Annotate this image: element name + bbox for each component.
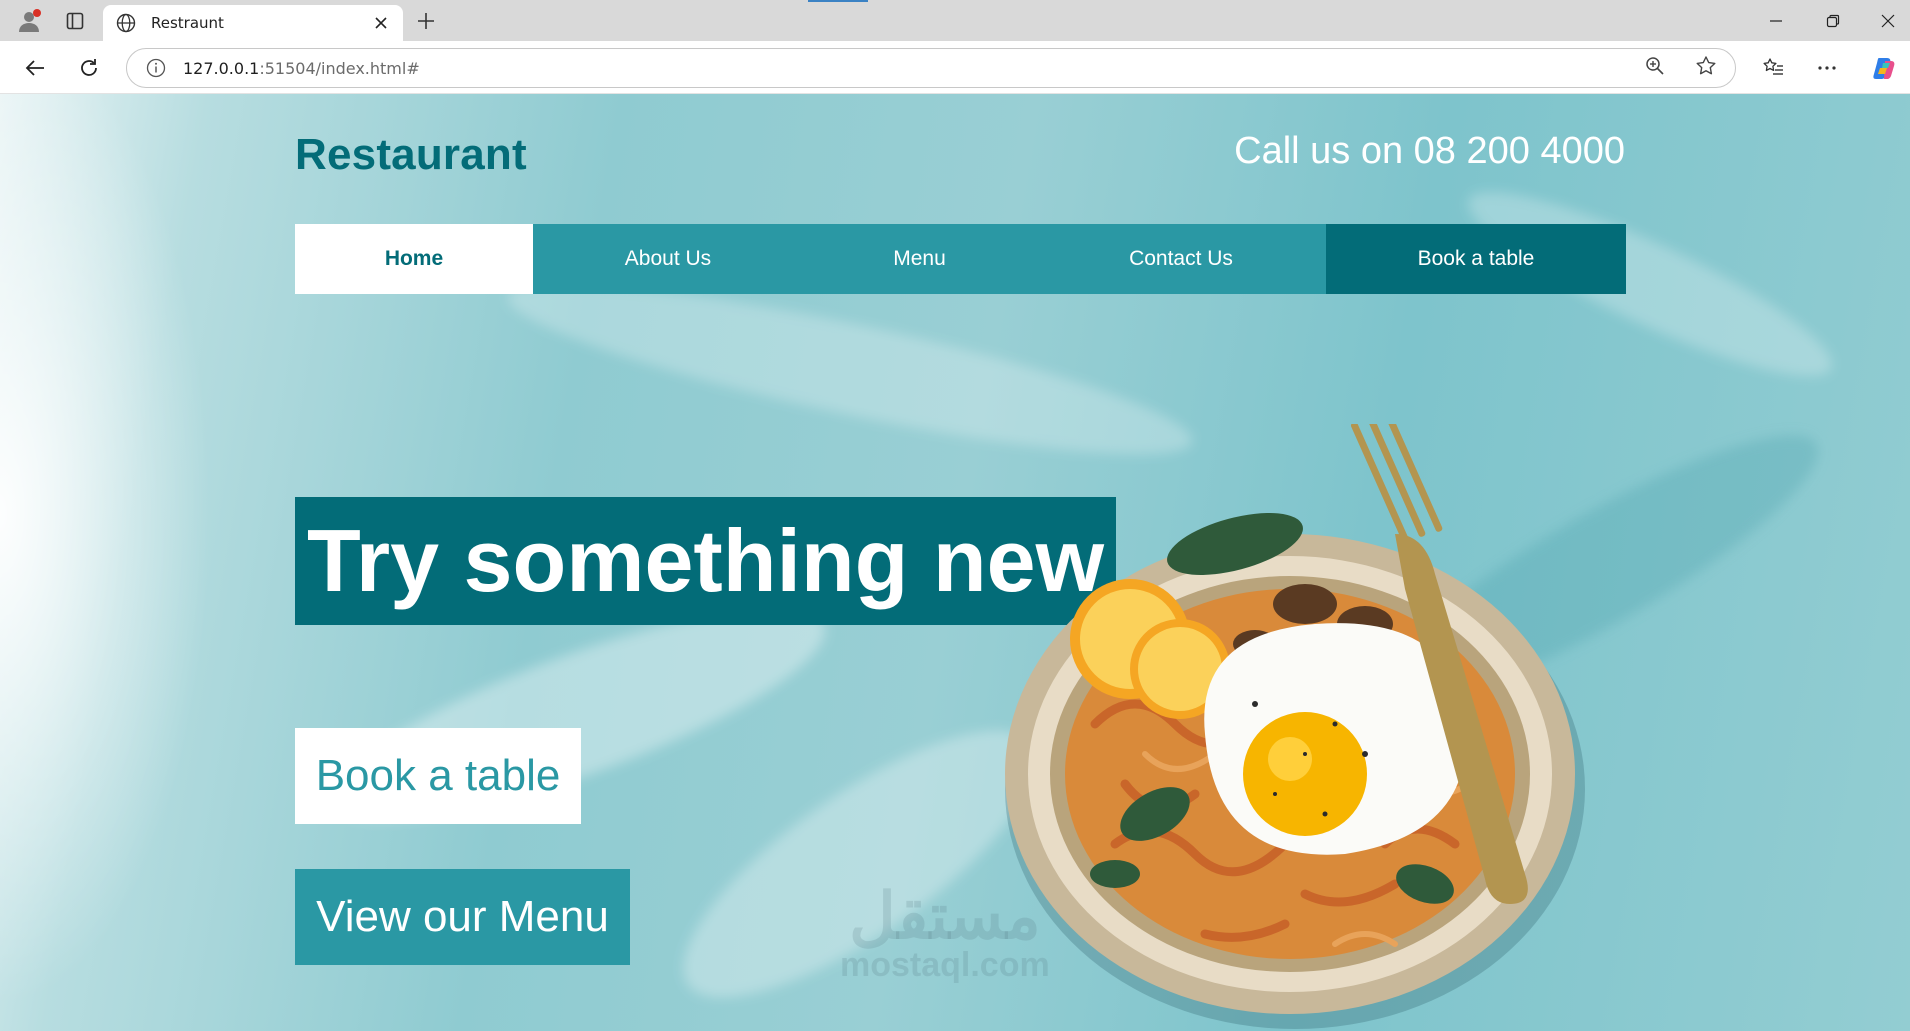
restaurant-page: Restaurant Call us on 08 200 4000 Home A… <box>0 94 1910 1031</box>
hero-title: Try something new <box>295 497 1117 625</box>
minimize-icon[interactable] <box>1754 6 1798 36</box>
view-menu-button[interactable]: View our Menu <box>295 869 630 965</box>
site-logo[interactable]: Restaurant <box>295 130 527 180</box>
nav-book-a-table[interactable]: Book a table <box>1326 224 1626 294</box>
main-navigation: Home About Us Menu Contact Us Book a tab… <box>295 224 1626 294</box>
window-close-icon[interactable] <box>1866 6 1910 36</box>
info-icon[interactable] <box>145 57 167 79</box>
nav-contact-us[interactable]: Contact Us <box>1036 224 1326 294</box>
nav-home[interactable]: Home <box>295 224 533 294</box>
url-text: 127.0.0.1:51504/index.html# <box>183 58 420 78</box>
favorites-icon[interactable] <box>1757 52 1789 84</box>
browser-tab-bar: Restraunt <box>0 0 1910 41</box>
profile-icon[interactable] <box>16 8 42 34</box>
browser-toolbar: 127.0.0.1:51504/index.html# <box>0 41 1910 94</box>
nav-about-us[interactable]: About Us <box>533 224 803 294</box>
book-table-button[interactable]: Book a table <box>295 728 581 824</box>
star-icon[interactable] <box>1695 55 1717 82</box>
copilot-icon[interactable] <box>1868 52 1900 84</box>
plus-icon[interactable] <box>412 7 440 35</box>
tab-title: Restraunt <box>151 14 224 32</box>
sidebar-toggle-icon[interactable] <box>62 8 88 34</box>
restore-icon[interactable] <box>1811 6 1855 36</box>
browser-tab[interactable]: Restraunt <box>103 5 403 41</box>
food-bowl-image <box>1005 424 1585 1029</box>
more-icon[interactable] <box>1811 52 1843 84</box>
phone-number: Call us on 08 200 4000 <box>1234 130 1625 172</box>
nav-menu[interactable]: Menu <box>803 224 1036 294</box>
back-arrow-icon[interactable] <box>18 51 52 85</box>
zoom-icon[interactable] <box>1645 56 1665 81</box>
globe-icon <box>115 12 137 34</box>
close-icon[interactable] <box>371 13 391 33</box>
reload-icon[interactable] <box>72 51 106 85</box>
address-bar[interactable]: 127.0.0.1:51504/index.html# <box>126 48 1736 88</box>
watermark-logo: مستقل mostaql.com <box>840 880 1050 984</box>
tab-loading-indicator <box>808 0 868 2</box>
